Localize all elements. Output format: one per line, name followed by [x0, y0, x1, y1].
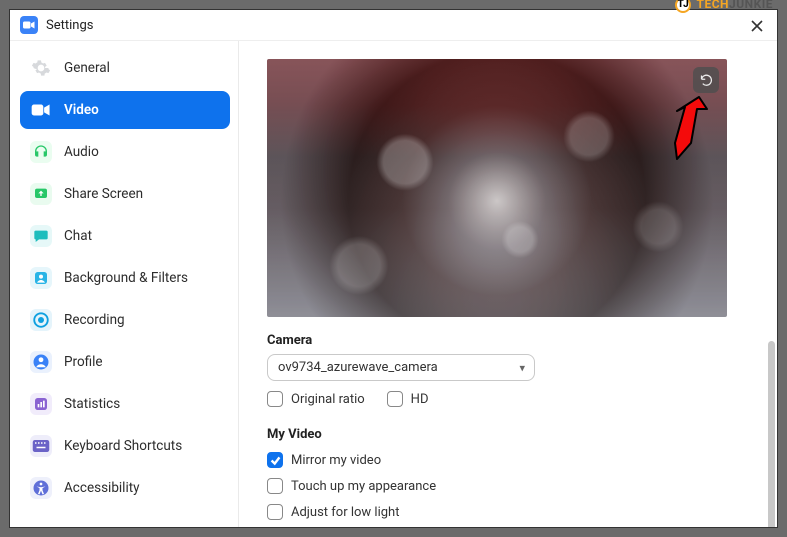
- sidebar-item-label: Keyboard Shortcuts: [64, 438, 182, 454]
- gear-icon: [30, 57, 52, 79]
- recording-icon: [30, 309, 52, 331]
- checkbox-label: Touch up my appearance: [291, 479, 436, 494]
- window-title: Settings: [46, 18, 93, 33]
- titlebar: Settings: [10, 10, 777, 41]
- statistics-icon: [30, 393, 52, 415]
- video-preview: [267, 59, 727, 317]
- headphones-icon: [30, 141, 52, 163]
- video-icon: [30, 99, 52, 121]
- checkbox-box: [267, 504, 283, 520]
- camera-select[interactable]: ov9734_azurewave_camera ▾: [267, 354, 535, 381]
- sidebar: General Video Audio Share Screen: [10, 41, 239, 527]
- chat-icon: [30, 225, 52, 247]
- sidebar-item-label: Accessibility: [64, 480, 140, 496]
- checkbox-label: Adjust for low light: [291, 505, 399, 520]
- share-screen-icon: [30, 183, 52, 205]
- sidebar-item-accessibility[interactable]: Accessibility: [20, 469, 230, 507]
- checkbox-label: HD: [411, 392, 429, 407]
- checkbox-box: [267, 478, 283, 494]
- scrollbar-thumb[interactable]: [768, 341, 775, 527]
- sidebar-item-label: Profile: [64, 354, 103, 370]
- checkbox-mirror-video[interactable]: Mirror my video: [267, 452, 749, 468]
- sidebar-item-label: Share Screen: [64, 186, 143, 202]
- watermark-text-1: TECH: [697, 0, 730, 11]
- sidebar-item-background-filters[interactable]: Background & Filters: [20, 259, 230, 297]
- sidebar-item-audio[interactable]: Audio: [20, 133, 230, 171]
- accessibility-icon: [30, 477, 52, 499]
- checkbox-box-checked: [267, 452, 283, 468]
- sidebar-item-profile[interactable]: Profile: [20, 343, 230, 381]
- checkbox-touch-up[interactable]: Touch up my appearance: [267, 478, 749, 494]
- sidebar-item-label: Recording: [64, 312, 125, 328]
- watermark-badge: TJ: [675, 0, 691, 13]
- checkbox-hd[interactable]: HD: [387, 391, 429, 407]
- sidebar-item-chat[interactable]: Chat: [20, 217, 230, 255]
- keyboard-icon: [30, 435, 52, 457]
- sidebar-item-label: Video: [64, 102, 99, 118]
- sidebar-item-general[interactable]: General: [20, 49, 230, 87]
- camera-options-row: Original ratio HD: [267, 391, 749, 407]
- app-icon: [20, 16, 38, 34]
- profile-icon: [30, 351, 52, 373]
- body: General Video Audio Share Screen: [10, 41, 777, 527]
- sidebar-item-label: Chat: [64, 228, 92, 244]
- checkbox-box: [387, 391, 403, 407]
- rotate-preview-button[interactable]: [693, 67, 719, 93]
- checkbox-original-ratio[interactable]: Original ratio: [267, 391, 365, 407]
- watermark: TJ TECHJUNKIE: [675, 0, 773, 13]
- sidebar-item-keyboard-shortcuts[interactable]: Keyboard Shortcuts: [20, 427, 230, 465]
- checkbox-box: [267, 391, 283, 407]
- sidebar-item-label: Background & Filters: [64, 270, 188, 286]
- sidebar-item-video[interactable]: Video: [20, 91, 230, 129]
- watermark-text-2: JUNKIE: [729, 0, 773, 11]
- background-filters-icon: [30, 267, 52, 289]
- checkbox-label: Mirror my video: [291, 453, 381, 468]
- rotate-icon: [699, 73, 714, 88]
- my-video-options: Mirror my video Touch up my appearance A…: [267, 452, 749, 520]
- sidebar-item-share-screen[interactable]: Share Screen: [20, 175, 230, 213]
- close-icon: [750, 19, 764, 33]
- checkbox-label: Original ratio: [291, 392, 365, 407]
- my-video-section-label: My Video: [267, 427, 749, 442]
- sidebar-item-label: Audio: [64, 144, 99, 160]
- sidebar-item-recording[interactable]: Recording: [20, 301, 230, 339]
- arrow-annotation: [655, 93, 709, 165]
- checkbox-low-light[interactable]: Adjust for low light: [267, 504, 749, 520]
- check-icon: [270, 455, 281, 466]
- camera-select-value: ov9734_azurewave_camera: [267, 354, 535, 381]
- sidebar-item-label: General: [64, 60, 110, 76]
- settings-window: Settings General Video: [9, 9, 778, 528]
- sidebar-item-statistics[interactable]: Statistics: [20, 385, 230, 423]
- sidebar-item-label: Statistics: [64, 396, 120, 412]
- content-panel: Camera ov9734_azurewave_camera ▾ Origina…: [239, 41, 777, 527]
- close-button[interactable]: [747, 16, 767, 36]
- camera-section-label: Camera: [267, 333, 749, 348]
